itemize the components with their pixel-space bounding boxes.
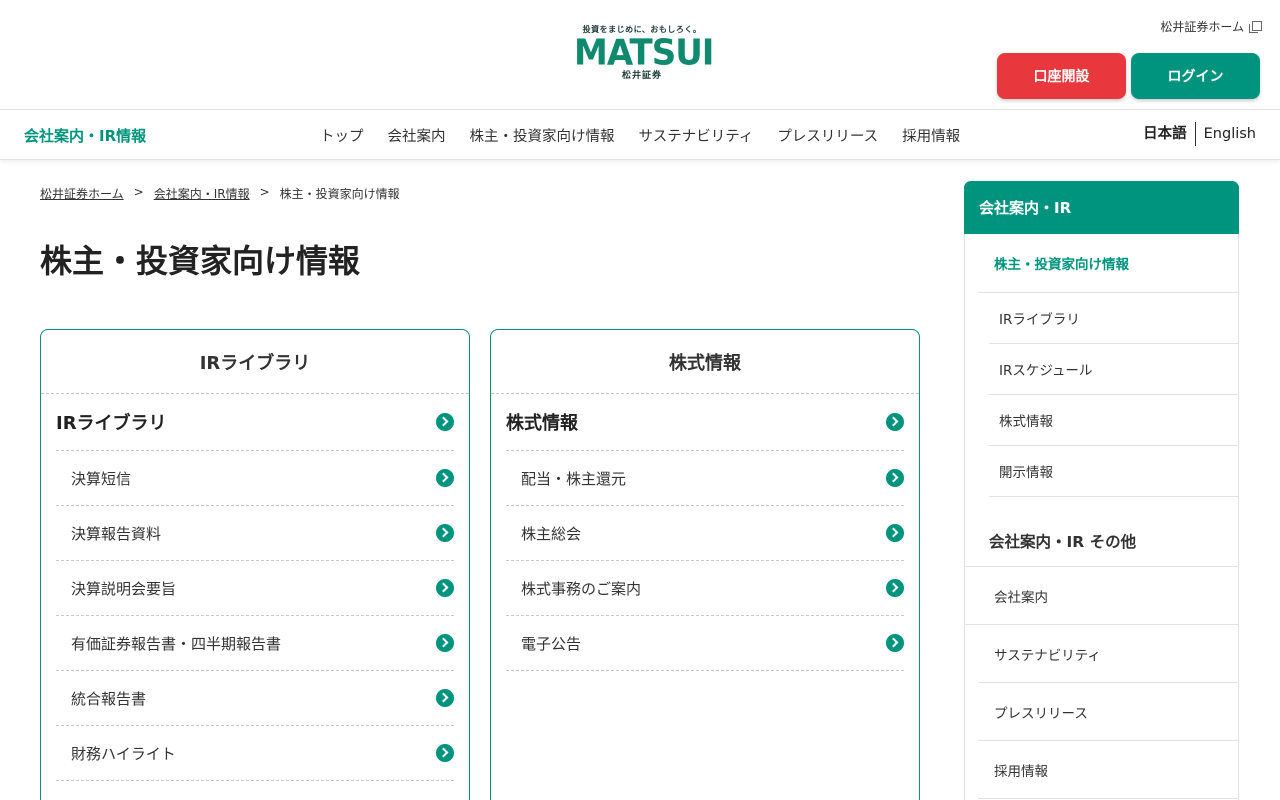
card-link-list: IRライブラリ 決算短信 決算報告資料 決算説明会要旨 有価証券報告書・四半期報… [41,394,469,781]
stock-info-card: 株式情報 株式情報 配当・株主還元 株主総会 株式事務のご案内 電子公告 [490,329,920,800]
breadcrumb-current: 株主・投資家向け情報 [279,187,400,201]
card-link[interactable]: 株主総会 [506,506,904,561]
sidebar-item-company[interactable]: 会社案内 [965,567,1238,625]
link-label: 決算短信 [71,469,132,488]
sidebar-item-recruit[interactable]: 採用情報 [978,741,1238,799]
link-label: 決算報告資料 [71,524,162,543]
sidebar-item-stock-info[interactable]: 株式情報 [989,395,1238,446]
site-header: 投資をまじめに、おもしろく。 MATSUI 松井証券 松井証券ホーム 口座開設 … [0,0,1280,110]
open-account-button[interactable]: 口座開設 [997,53,1126,99]
link-label: 財務ハイライト [71,744,176,763]
chevron-right-icon [436,579,454,597]
sidebar-item-ir-library[interactable]: IRライブラリ [989,293,1238,344]
chevron-right-icon [886,413,904,431]
login-button[interactable]: ログイン [1131,53,1260,99]
card-main-link[interactable]: IRライブラリ [56,394,454,451]
matsui-home-link[interactable]: 松井証券ホーム [1160,18,1262,35]
link-label: IRライブラリ [56,413,167,434]
card-link[interactable]: 配当・株主還元 [506,451,904,506]
card-link[interactable]: 決算報告資料 [56,506,454,561]
language-switch: 日本語 English [1143,122,1256,146]
page-title: 株主・投資家向け情報 [40,242,361,280]
link-label: 配当・株主還元 [521,469,627,488]
nav-item-press[interactable]: プレスリリース [777,125,878,146]
logo-wordmark: MATSUI [574,32,714,74]
card-title: IRライブラリ [41,330,469,394]
sidebar-ir-list: 株主・投資家向け情報 IRライブラリ IRスケジュール 株式情報 開示情報 [978,234,1238,497]
link-label: 有価証券報告書・四半期報告書 [71,634,282,653]
breadcrumb: 松井証券ホーム > 会社案内・IR情報 > 株主・投資家向け情報 [40,185,400,202]
sidebar-item-ir-schedule[interactable]: IRスケジュール [989,344,1238,395]
nav-item-recruit[interactable]: 採用情報 [902,125,960,146]
chevron-right-icon [436,524,454,542]
card-link[interactable]: 決算短信 [56,451,454,506]
breadcrumb-separator: > [259,185,270,199]
home-link-label: 松井証券ホーム [1160,20,1244,34]
link-label: 株式事務のご案内 [521,579,642,598]
breadcrumb-home[interactable]: 松井証券ホーム [40,185,124,202]
card-link[interactable]: 統合報告書 [56,671,454,726]
main-nav: 会社案内・IR情報 トップ 会社案内 株主・投資家向け情報 サステナビリティ プ… [0,110,1280,160]
card-title: 株式情報 [491,330,919,394]
sidebar-title[interactable]: 会社案内・IR [964,181,1239,234]
ir-library-card: IRライブラリ IRライブラリ 決算短信 決算報告資料 決算説明会要旨 有価証券… [40,329,470,800]
chevron-right-icon [436,634,454,652]
nav-brand-link[interactable]: 会社案内・IR情報 [24,125,146,146]
link-label: 統合報告書 [71,689,147,708]
link-label: 電子公告 [521,634,582,653]
card-link[interactable]: 財務ハイライト [56,726,454,781]
nav-item-top[interactable]: トップ [320,125,364,146]
chevron-right-icon [436,469,454,487]
link-label: 決算説明会要旨 [71,579,177,598]
chevron-right-icon [436,689,454,707]
sidebar-item-ir-info[interactable]: 株主・投資家向け情報 [978,234,1238,293]
sidebar-item-press[interactable]: プレスリリース [978,683,1238,741]
chevron-right-icon [436,744,454,762]
external-window-icon [1249,21,1262,33]
nav-links: トップ 会社案内 株主・投資家向け情報 サステナビリティ プレスリリース 採用情… [320,125,960,146]
chevron-right-icon [886,634,904,652]
link-label: 株式情報 [506,413,578,434]
chevron-right-icon [886,524,904,542]
nav-item-company[interactable]: 会社案内 [388,125,446,146]
card-link[interactable]: 電子公告 [506,616,904,671]
card-link[interactable]: 決算説明会要旨 [56,561,454,616]
link-label: 株主総会 [521,524,582,543]
chevron-right-icon [436,413,454,431]
card-main-link[interactable]: 株式情報 [506,394,904,451]
sidebar-item-disclosure[interactable]: 開示情報 [989,446,1238,497]
matsui-logo[interactable]: 投資をまじめに、おもしろく。 MATSUI 松井証券 [574,25,714,81]
sidebar-item-sustainability[interactable]: サステナビリティ [978,625,1238,683]
card-link[interactable]: 株式事務のご案内 [506,561,904,616]
chevron-right-icon [886,469,904,487]
sidebar: 会社案内・IR 株主・投資家向け情報 IRライブラリ IRスケジュール 株式情報… [964,181,1239,800]
lang-english[interactable]: English [1196,122,1256,146]
sidebar-other-heading: 会社案内・IR その他 [965,497,1238,567]
breadcrumb-company-ir[interactable]: 会社案内・IR情報 [154,185,250,202]
lang-japanese[interactable]: 日本語 [1143,122,1196,146]
nav-item-ir[interactable]: 株主・投資家向け情報 [470,125,615,146]
chevron-right-icon [886,579,904,597]
card-link[interactable]: 有価証券報告書・四半期報告書 [56,616,454,671]
breadcrumb-separator: > [133,185,144,199]
nav-item-sustainability[interactable]: サステナビリティ [639,125,754,146]
card-link-list: 株式情報 配当・株主還元 株主総会 株式事務のご案内 電子公告 [491,394,919,671]
